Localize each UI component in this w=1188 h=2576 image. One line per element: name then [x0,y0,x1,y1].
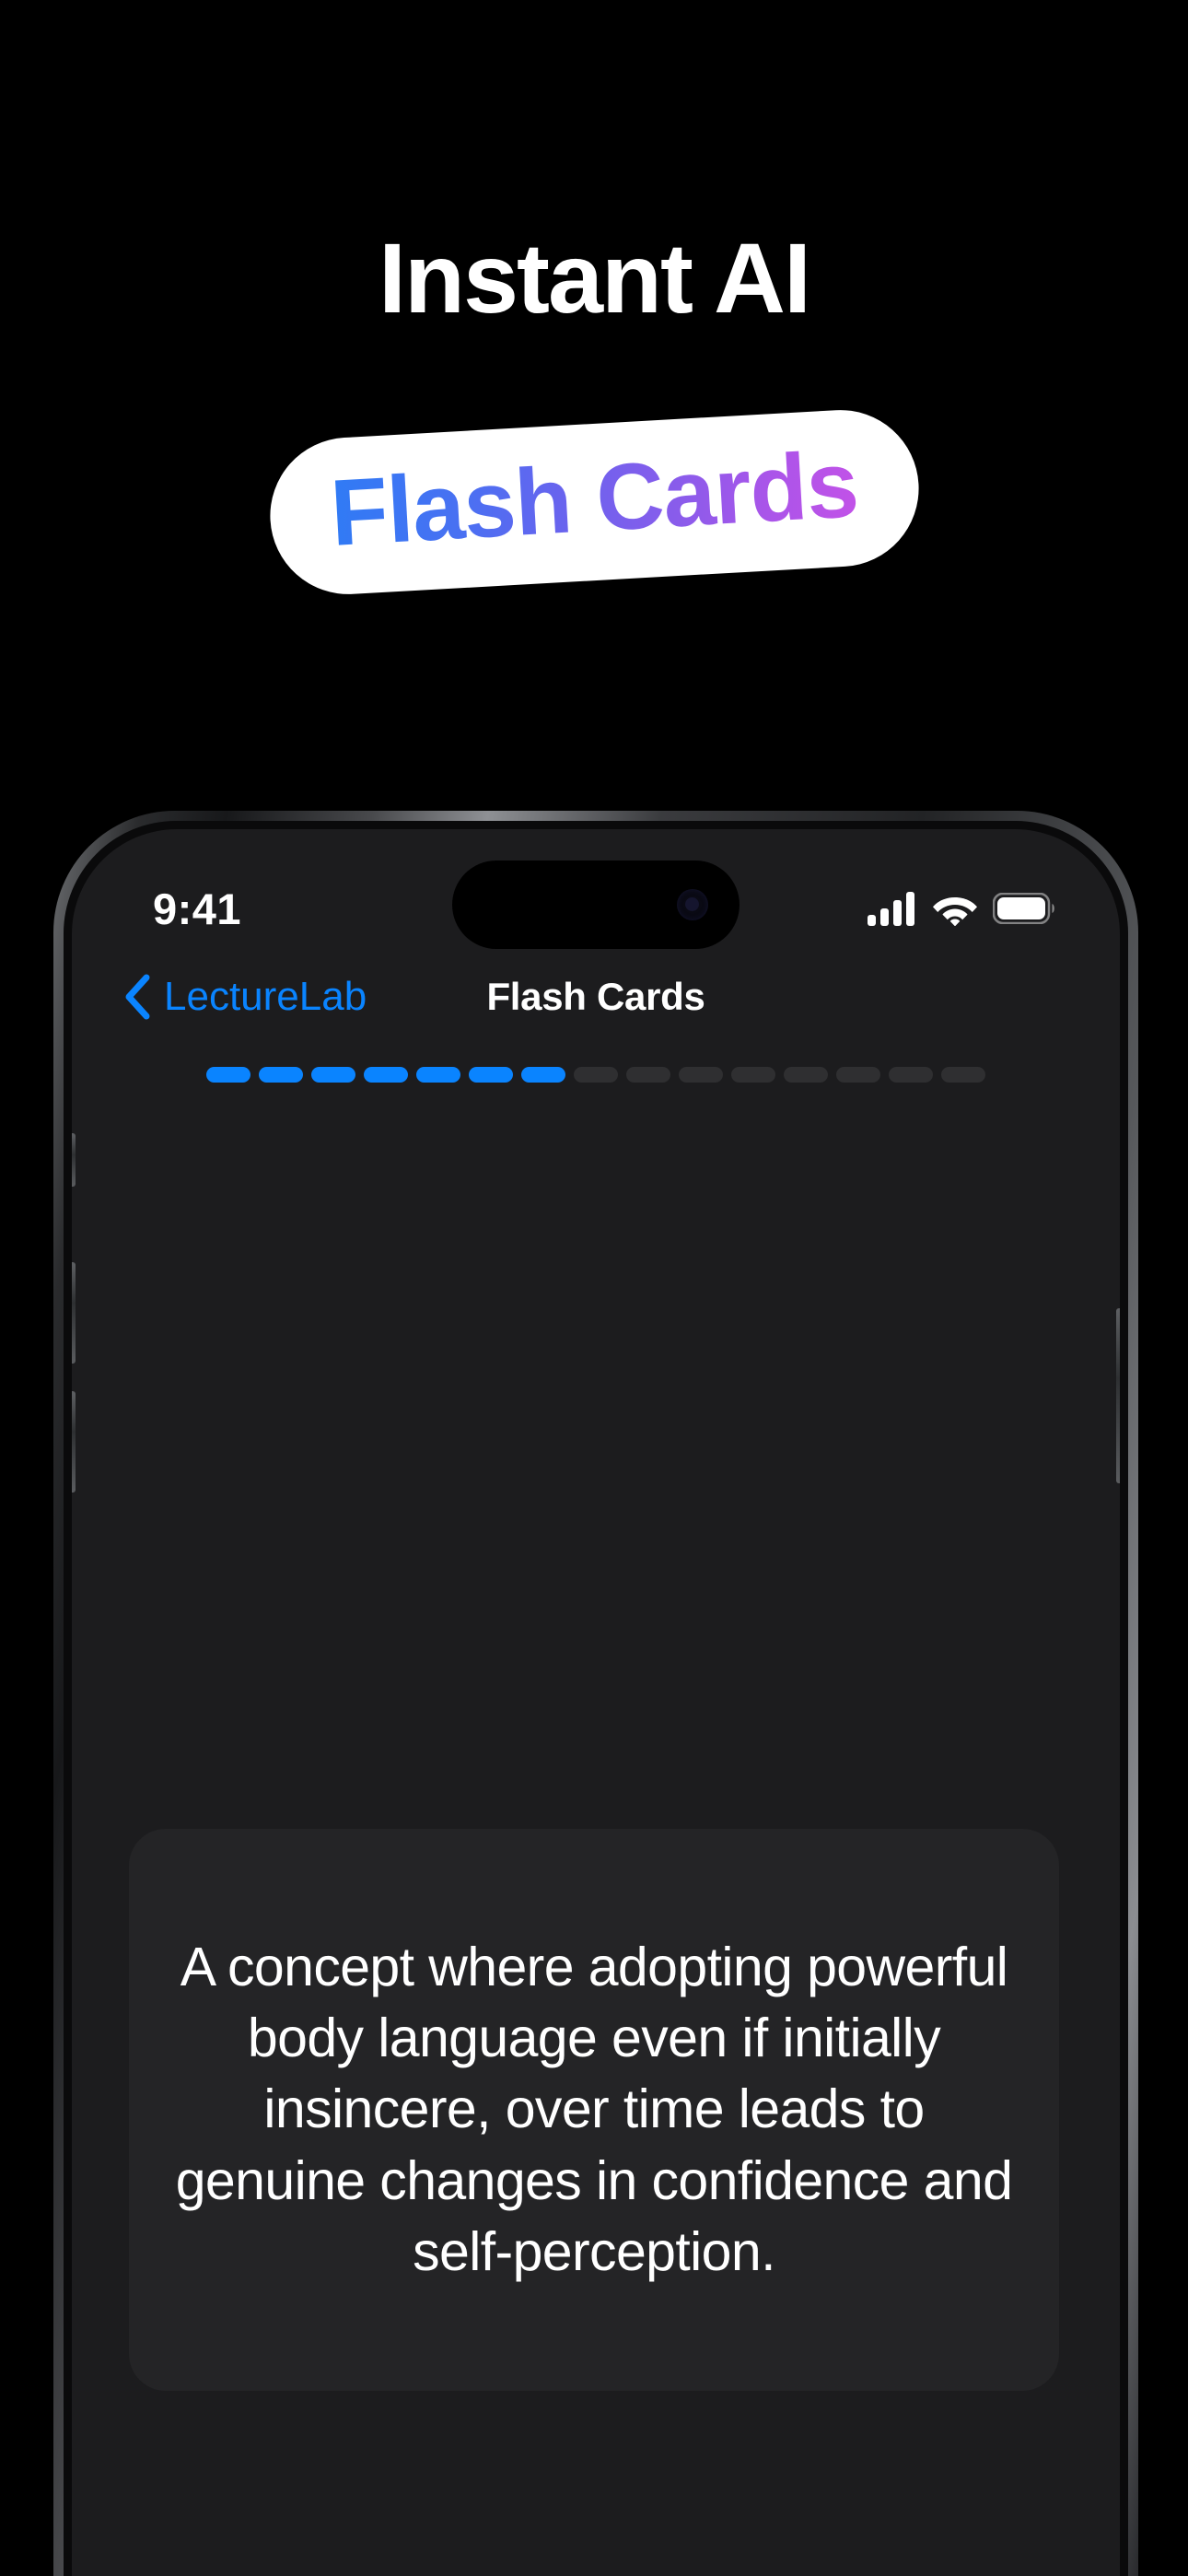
back-button[interactable]: LectureLab [123,974,367,1020]
progress-dash [206,1067,250,1083]
back-button-label: LectureLab [164,974,367,1019]
cellular-signal-icon [868,892,914,926]
flash-cards-pill: Flash Cards [265,405,923,599]
phone-mockup: 9:41 LectureLab Flash Cards A concept wh… [53,811,1138,2576]
chevron-left-icon [125,974,150,1020]
progress-dash [941,1067,985,1083]
phone-screen: 9:41 LectureLab Flash Cards A concept wh… [72,829,1120,2576]
progress-dash [311,1067,355,1083]
status-bar-time: 9:41 [153,884,242,933]
hero-section: Instant AI Flash Cards [0,0,1188,811]
flash-card[interactable]: A concept where adopting powerful body l… [129,1829,1059,2391]
volume-up-button[interactable] [72,1262,76,1364]
progress-dash [364,1067,408,1083]
progress-dash [679,1067,723,1083]
hero-pill-wrapper: Flash Cards [0,405,1188,599]
silent-switch-button[interactable] [72,1133,76,1187]
battery-icon [993,893,1054,924]
front-camera-icon [677,889,708,920]
progress-dash [836,1067,880,1083]
progress-dash [784,1067,828,1083]
phone-bezel: 9:41 LectureLab Flash Cards A concept wh… [64,821,1128,2576]
progress-dash [416,1067,460,1083]
navigation-bar: LectureLab Flash Cards [72,953,1120,1041]
progress-dash [889,1067,933,1083]
flash-card-text: A concept where adopting powerful body l… [175,1936,1013,2282]
progress-dash [469,1067,513,1083]
power-button[interactable] [1116,1308,1120,1483]
progress-dash [626,1067,670,1083]
hero-title: Instant AI [378,222,811,334]
progress-dash [521,1067,565,1083]
status-bar-icons [868,891,1055,926]
volume-down-button[interactable] [72,1391,76,1493]
progress-dash [574,1067,618,1083]
progress-dash [259,1067,303,1083]
flash-cards-pill-label: Flash Cards [327,431,860,566]
dynamic-island [452,861,740,949]
wifi-icon [933,897,977,926]
progress-indicator[interactable] [72,1067,1120,1083]
progress-dash [731,1067,775,1083]
